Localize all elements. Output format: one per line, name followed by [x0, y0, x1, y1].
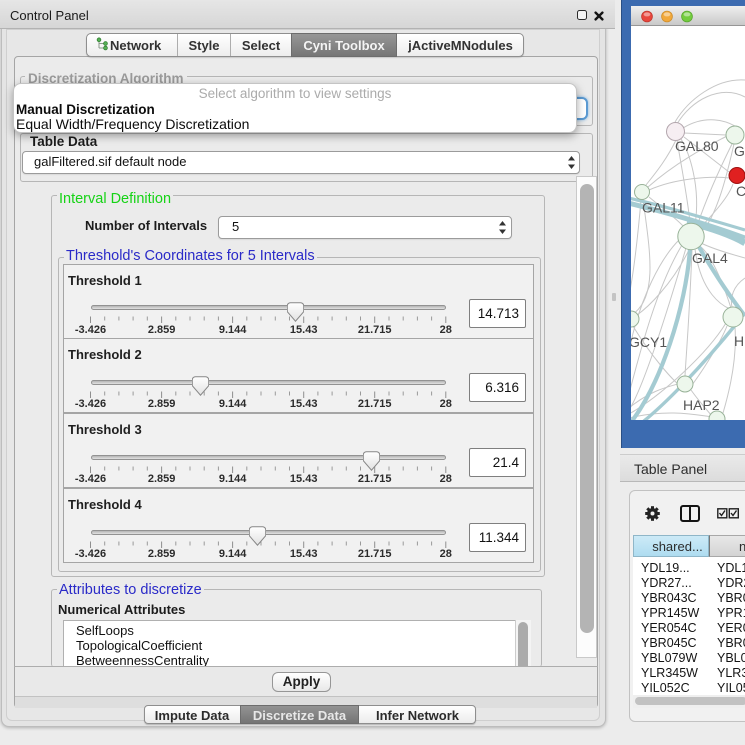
svg-text:GAL4: GAL4 — [692, 250, 728, 266]
svg-text:GAL11: GAL11 — [642, 200, 685, 216]
svg-text:GA: GA — [734, 143, 745, 159]
svg-text:HAP2: HAP2 — [683, 397, 720, 413]
svg-text:H: H — [734, 333, 744, 349]
svg-text:GAL80: GAL80 — [675, 138, 719, 154]
svg-text:GCY1: GCY1 — [631, 334, 667, 350]
svg-text:C: C — [736, 183, 745, 199]
